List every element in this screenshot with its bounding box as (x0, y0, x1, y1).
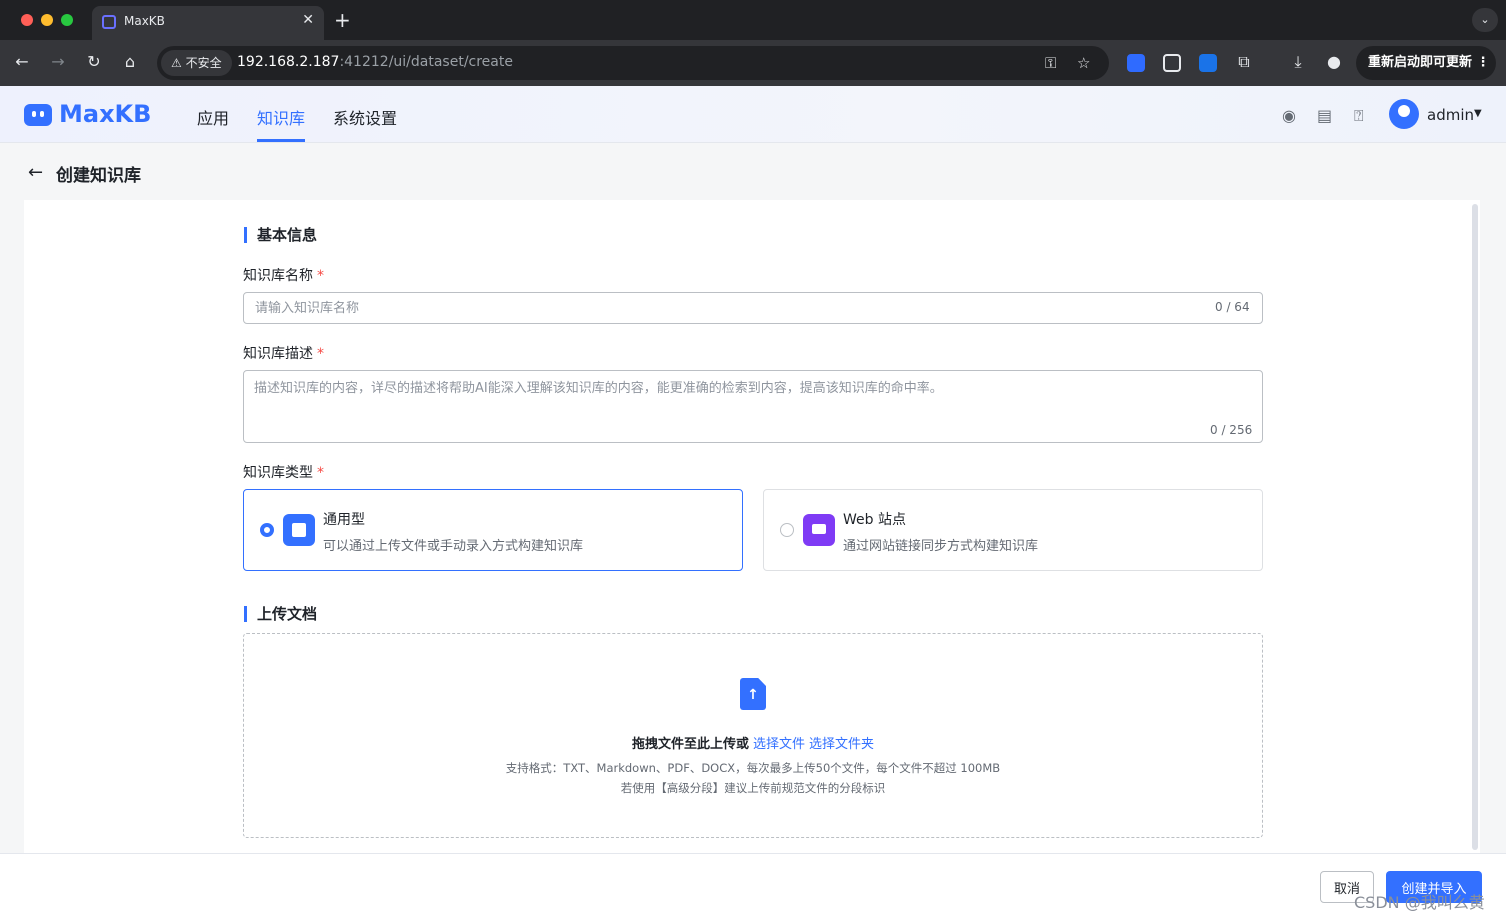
desc-label: 知识库描述 * (243, 346, 324, 362)
type-desc-web: 通过网站链接同步方式构建知识库 (843, 539, 1039, 554)
maximize-window-button[interactable] (61, 14, 73, 26)
select-file-link[interactable]: 选择文件 (753, 737, 805, 752)
upload-hint-segment: 若使用【高级分段】建议上传前规范文件的分段标识 (620, 781, 886, 795)
menu-item-settings[interactable]: 系统设置 (333, 105, 397, 129)
home-icon[interactable]: ⌂ (120, 52, 140, 71)
browser-tab[interactable]: MaxKB ✕ (92, 6, 324, 40)
type-desc-general: 可以通过上传文件或手动录入方式构建知识库 (323, 539, 584, 554)
extension-1-icon[interactable] (1127, 54, 1145, 72)
browser-tabbar: MaxKB ✕ + ⌄ (0, 0, 1506, 40)
avatar[interactable] (1389, 99, 1419, 129)
restart-update-button[interactable]: 重新启动即可更新 ⋮ (1356, 46, 1496, 80)
radio-general[interactable] (260, 523, 274, 537)
app-header: MaxKB 应用 知识库 系统设置 ◉ ▤ ⍰ admin ▼ (0, 86, 1506, 143)
url-text[interactable]: 192.168.2.187:41212/ui/dataset/create (237, 54, 513, 70)
name-input[interactable] (243, 292, 1263, 324)
name-label: 知识库名称 * (243, 268, 324, 284)
upload-main-text: 拖拽文件至此上传或 选择文件 选择文件夹 (631, 737, 875, 752)
address-bar[interactable]: ⚠ 不安全 192.168.2.187:41212/ui/dataset/cre… (157, 46, 1109, 80)
forward-icon[interactable]: → (48, 52, 68, 71)
download-icon[interactable]: ⤓ (1288, 52, 1308, 72)
key-icon[interactable]: ⚿ (1045, 54, 1056, 72)
back-icon[interactable]: ← (12, 52, 32, 71)
qr-code-icon[interactable] (1163, 54, 1181, 72)
chevron-down-icon[interactable]: ▼ (1474, 108, 1482, 119)
type-option-web[interactable]: Web 站点 通过网站链接同步方式构建知识库 (763, 489, 1263, 571)
profile-icon[interactable]: ● (1324, 52, 1344, 71)
document-icon (283, 514, 315, 546)
docs-book-icon[interactable]: ▤ (1317, 106, 1332, 125)
tab-close-icon[interactable]: ✕ (302, 12, 314, 28)
type-name-web: Web 站点 (843, 512, 906, 528)
upload-dropzone[interactable]: ↑ 拖拽文件至此上传或 选择文件 选择文件夹 支持格式：TXT、Markdown、P… (243, 633, 1263, 838)
upload-hint-formats: 支持格式：TXT、Markdown、PDF、DOCX，每次最多上传50个文件，每… (505, 761, 1001, 775)
star-icon[interactable]: ☆ (1077, 54, 1090, 72)
scrollbar[interactable] (1472, 204, 1478, 850)
extensions-puzzle-icon[interactable]: ⧉ (1234, 52, 1254, 72)
username[interactable]: admin (1427, 106, 1474, 124)
menu-item-apps[interactable]: 应用 (197, 105, 229, 129)
section-title-basic-info: 基本信息 (244, 227, 317, 243)
page-title: 创建知识库 (56, 166, 141, 186)
menu-item-knowledge[interactable]: 知识库 (257, 105, 305, 129)
more-icon[interactable]: ⋮ (1477, 55, 1490, 70)
desc-char-count: 0 / 256 (1210, 423, 1253, 437)
close-window-button[interactable] (21, 14, 33, 26)
active-menu-indicator (257, 139, 305, 142)
type-label: 知识库类型 * (243, 465, 324, 481)
maxkb-favicon-icon (102, 15, 116, 29)
name-char-count: 0 / 64 (1215, 300, 1250, 314)
reload-icon[interactable]: ↻ (84, 52, 104, 71)
maxkb-logo-icon (24, 104, 52, 126)
back-arrow-icon[interactable]: ← (28, 162, 43, 183)
github-icon[interactable]: ◉ (1282, 106, 1296, 125)
section-title-upload: 上传文档 (244, 606, 317, 622)
web-site-icon (803, 514, 835, 546)
upload-file-icon: ↑ (740, 678, 766, 710)
logo-text[interactable]: MaxKB (59, 100, 151, 128)
minimize-window-button[interactable] (41, 14, 53, 26)
radio-web[interactable] (780, 523, 794, 537)
type-option-general[interactable]: 通用型 可以通过上传文件或手动录入方式构建知识库 (243, 489, 743, 571)
tab-title: MaxKB (124, 14, 165, 28)
extension-2-icon[interactable] (1199, 54, 1217, 72)
insecure-badge[interactable]: ⚠ 不安全 (161, 50, 232, 76)
new-tab-icon[interactable]: + (334, 8, 351, 32)
browser-toolbar: ← → ↻ ⌂ ⚠ 不安全 192.168.2.187:41212/ui/dat… (0, 40, 1506, 86)
desc-textarea[interactable] (243, 370, 1263, 443)
footer-bar: 取消 创建并导入 (0, 853, 1506, 918)
select-folder-link[interactable]: 选择文件夹 (809, 737, 874, 752)
tab-search-icon[interactable]: ⌄ (1472, 8, 1498, 32)
type-name-general: 通用型 (323, 512, 365, 528)
help-icon[interactable]: ⍰ (1354, 106, 1364, 126)
csdn-watermark: CSDN @我叫么黄 (1354, 893, 1485, 912)
